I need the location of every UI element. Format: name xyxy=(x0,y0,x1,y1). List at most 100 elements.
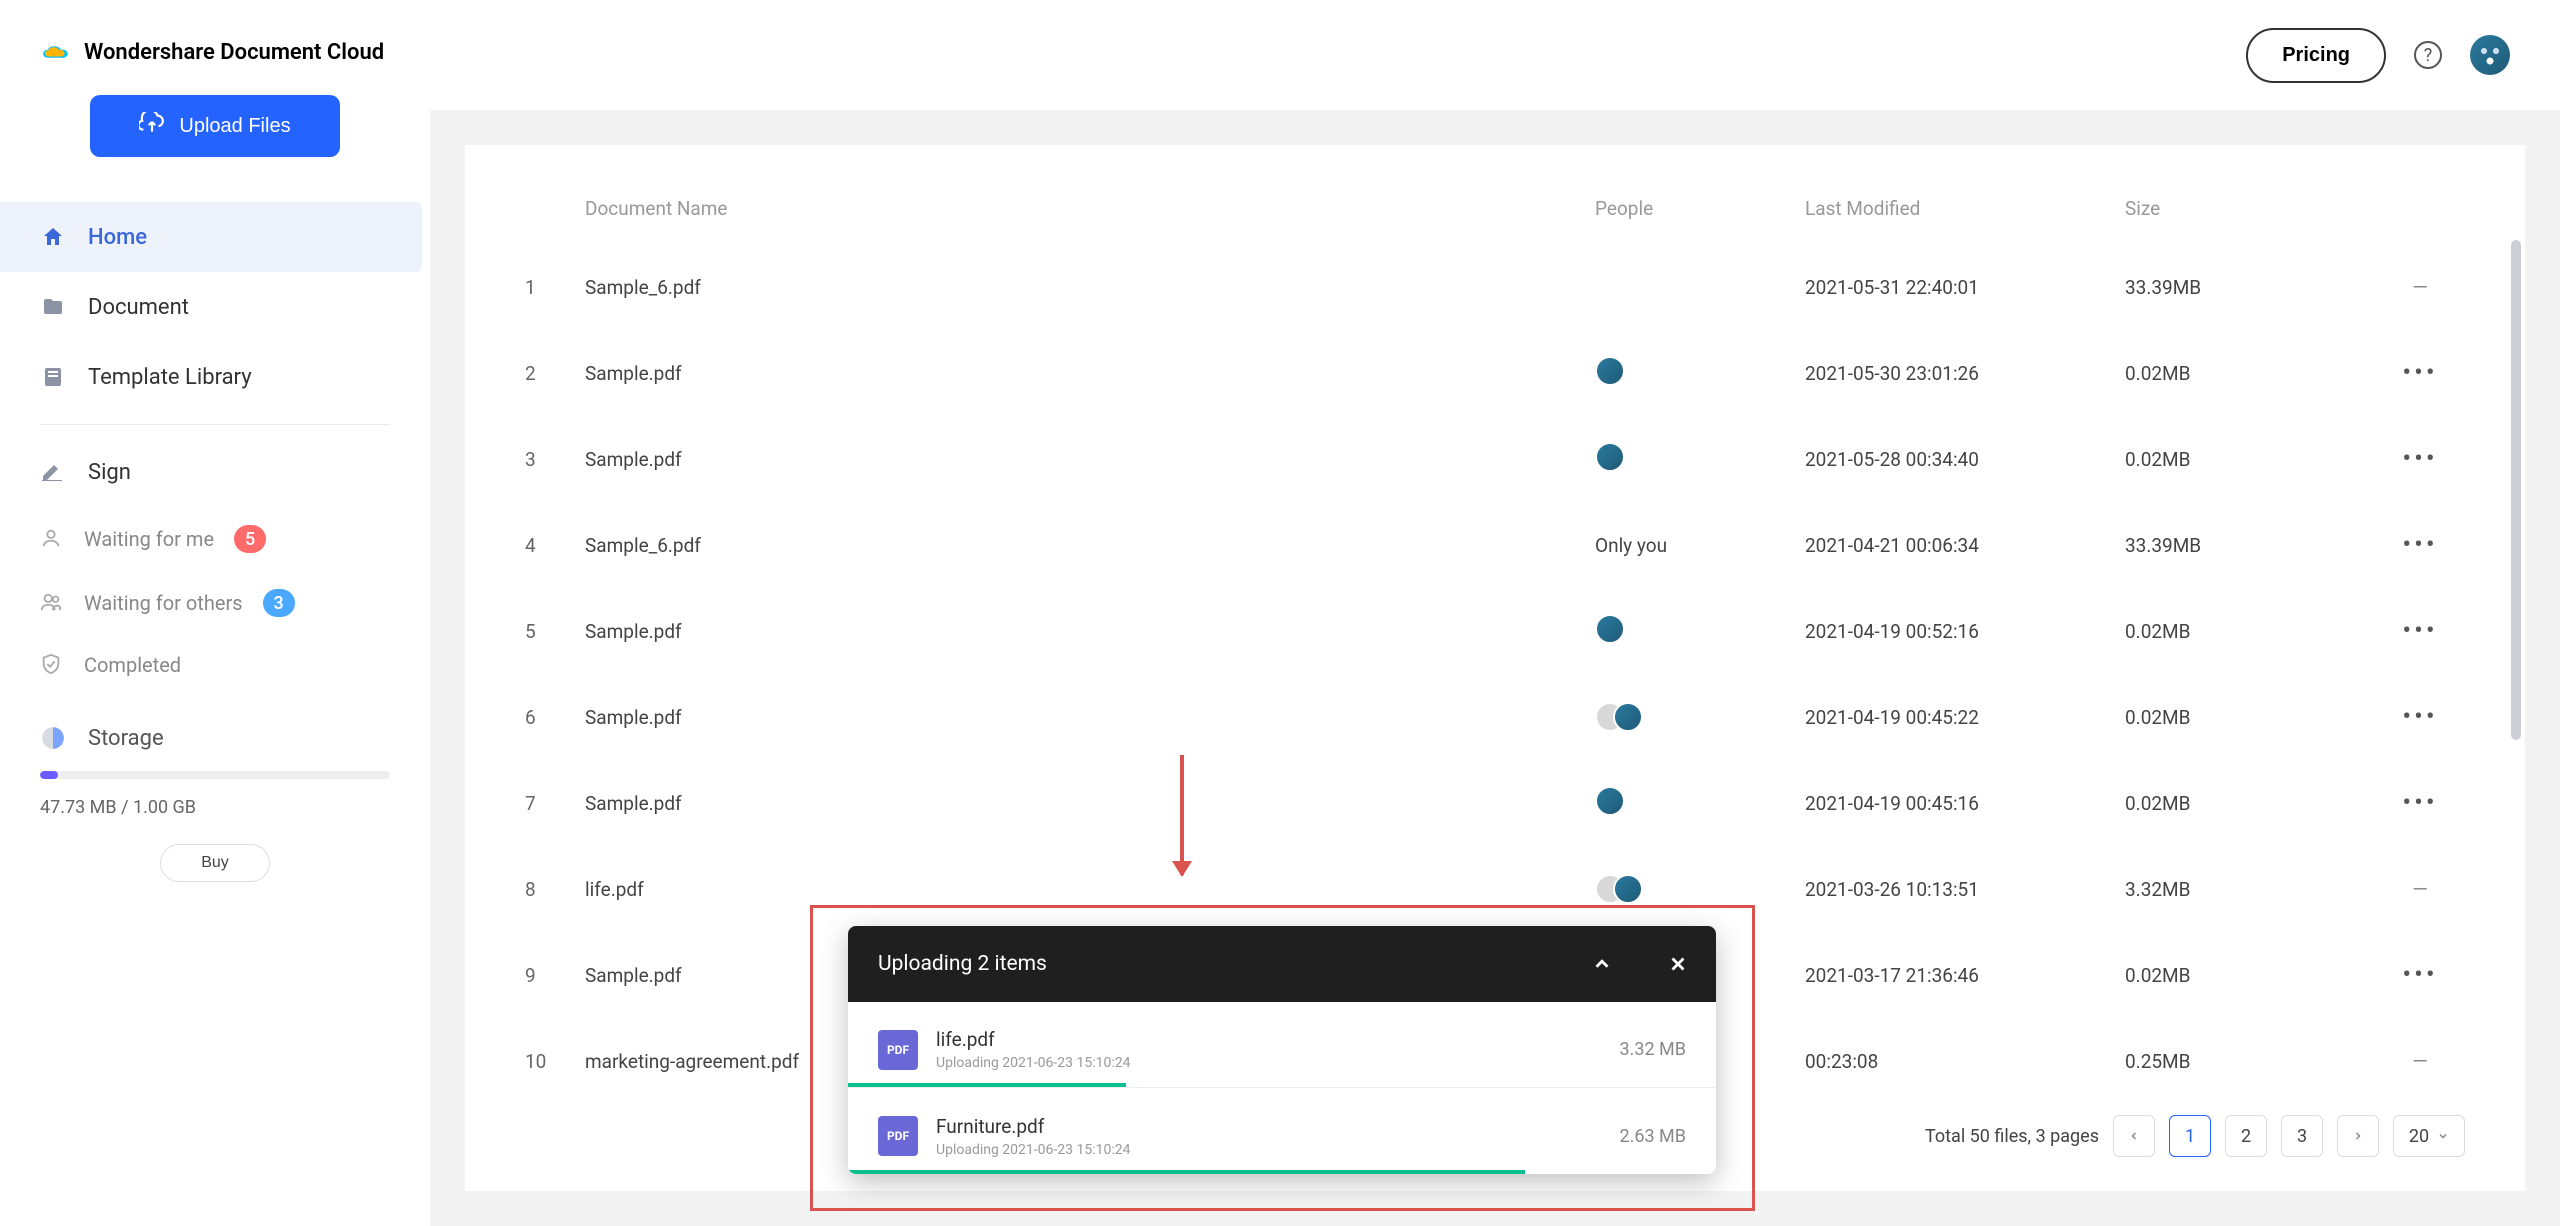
cloud-logo-icon xyxy=(40,43,72,63)
sidebar-item-waiting-for-me[interactable]: Waiting for me 5 xyxy=(0,507,430,571)
row-index: 5 xyxy=(525,620,585,643)
upload-progress-bar xyxy=(848,1170,1525,1174)
upload-panel-collapse[interactable] xyxy=(1564,926,1640,1002)
chevron-down-icon xyxy=(2437,1130,2449,1142)
annotation-arrow xyxy=(1180,755,1184,875)
sidebar-item-completed[interactable]: Completed xyxy=(0,635,430,695)
upload-file-status: Uploading 2021-06-23 15:10:24 xyxy=(936,1055,1130,1071)
scrollbar[interactable] xyxy=(2511,240,2521,740)
table-row[interactable]: 2Sample.pdf2021-05-30 23:01:260.02MB••• xyxy=(525,330,2465,416)
people-avatar xyxy=(1595,356,1625,386)
row-name: Sample.pdf xyxy=(585,792,1595,815)
upload-progress-panel: Uploading 2 items PDFlife.pdfUploading 2… xyxy=(848,926,1716,1174)
brand-text: Wondershare Document Cloud xyxy=(84,40,384,65)
people-avatar xyxy=(1595,786,1625,816)
people-avatar xyxy=(1595,614,1625,644)
folder-icon xyxy=(40,294,66,320)
sidebar-item-waiting-for-others[interactable]: Waiting for others 3 xyxy=(0,571,430,635)
sidebar-item-label: Template Library xyxy=(88,365,252,390)
upload-panel-title: Uploading 2 items xyxy=(848,952,1564,976)
home-icon xyxy=(40,224,66,250)
row-people xyxy=(1595,702,1805,732)
more-actions-icon[interactable]: ••• xyxy=(2402,960,2437,990)
page-number[interactable]: 1 xyxy=(2169,1115,2211,1157)
sidebar-item-label: Sign xyxy=(88,460,131,485)
table-row[interactable]: 3Sample.pdf2021-05-28 00:34:400.02MB••• xyxy=(525,416,2465,502)
page-next[interactable] xyxy=(2337,1115,2379,1157)
no-action: — xyxy=(2412,1049,2428,1073)
badge-waiting-for-me: 5 xyxy=(234,525,266,553)
upload-panel-header: Uploading 2 items xyxy=(848,926,1716,1002)
badge-waiting-for-others: 3 xyxy=(263,589,295,617)
storage-text: 47.73 MB / 1.00 GB xyxy=(0,789,430,826)
pagination-summary: Total 50 files, 3 pages xyxy=(1925,1126,2099,1147)
row-index: 7 xyxy=(525,792,585,815)
row-index: 10 xyxy=(525,1050,585,1073)
table-row[interactable]: 6Sample.pdf2021-04-19 00:45:220.02MB••• xyxy=(525,674,2465,760)
row-name: Sample.pdf xyxy=(585,620,1595,643)
sidebar-item-label: Home xyxy=(88,225,147,250)
people-avatar-stack xyxy=(1595,874,1805,904)
row-index: 8 xyxy=(525,878,585,901)
page-prev[interactable] xyxy=(2113,1115,2155,1157)
row-size: 0.02MB xyxy=(2125,706,2375,729)
row-index: 6 xyxy=(525,706,585,729)
more-actions-icon[interactable]: ••• xyxy=(2402,444,2437,474)
upload-panel-close[interactable] xyxy=(1640,926,1716,1002)
table-row[interactable]: 1Sample_6.pdf2021-05-31 22:40:0133.39MB— xyxy=(525,244,2465,330)
table-row[interactable]: 7Sample.pdf2021-04-19 00:45:160.02MB••• xyxy=(525,760,2465,846)
upload-file-name: Furniture.pdf xyxy=(936,1115,1130,1138)
user-avatar[interactable] xyxy=(2470,35,2510,75)
upload-files-button[interactable]: Upload Files xyxy=(90,95,340,157)
buy-button[interactable]: Buy xyxy=(160,844,270,882)
more-actions-icon[interactable]: ••• xyxy=(2402,616,2437,646)
page-number[interactable]: 3 xyxy=(2281,1115,2323,1157)
row-actions: — xyxy=(2375,1049,2465,1073)
sidebar-item-template-library[interactable]: Template Library xyxy=(0,342,430,412)
people-avatar xyxy=(1595,442,1625,472)
cloud-upload-icon xyxy=(139,112,165,140)
pie-chart-icon xyxy=(40,725,66,751)
storage-section: Storage xyxy=(0,695,430,761)
row-people xyxy=(1595,442,1805,477)
upload-file-size: 3.32 MB xyxy=(1620,1039,1687,1060)
upload-item: PDFlife.pdfUploading 2021-06-23 15:10:24… xyxy=(848,1002,1716,1088)
storage-label: Storage xyxy=(88,726,164,751)
table-row[interactable]: 5Sample.pdf2021-04-19 00:52:160.02MB••• xyxy=(525,588,2465,674)
chevron-up-icon xyxy=(1591,953,1613,975)
row-people xyxy=(1595,356,1805,391)
row-actions: — xyxy=(2375,275,2465,299)
table-row[interactable]: 8life.pdf2021-03-26 10:13:513.32MB— xyxy=(525,846,2465,932)
upload-item: PDFFurniture.pdfUploading 2021-06-23 15:… xyxy=(848,1088,1716,1174)
divider xyxy=(40,424,390,425)
more-actions-icon[interactable]: ••• xyxy=(2402,530,2437,560)
row-modified: 2021-04-19 00:45:22 xyxy=(1805,706,2125,729)
sidebar-item-home[interactable]: Home xyxy=(0,202,422,272)
people-avatar-stack xyxy=(1595,702,1805,732)
more-actions-icon[interactable]: ••• xyxy=(2402,702,2437,732)
sidebar-item-sign[interactable]: Sign xyxy=(0,437,430,507)
row-actions: ••• xyxy=(2375,444,2465,474)
sidebar-item-label: Waiting for others xyxy=(84,591,243,615)
row-index: 4 xyxy=(525,534,585,557)
row-size: 0.25MB xyxy=(2125,1050,2375,1073)
brand-logo[interactable]: Wondershare Document Cloud xyxy=(0,0,430,95)
upload-file-status: Uploading 2021-06-23 15:10:24 xyxy=(936,1142,1130,1158)
table-row[interactable]: 4Sample_6.pdfOnly you2021-04-21 00:06:34… xyxy=(525,502,2465,588)
page-number[interactable]: 2 xyxy=(2225,1115,2267,1157)
pricing-button[interactable]: Pricing xyxy=(2246,28,2386,83)
row-index: 1 xyxy=(525,276,585,299)
sidebar-item-document[interactable]: Document xyxy=(0,272,430,342)
row-name: Sample_6.pdf xyxy=(585,276,1595,299)
upload-progress-bar xyxy=(848,1083,1126,1087)
row-people xyxy=(1595,874,1805,904)
row-modified: 2021-05-30 23:01:26 xyxy=(1805,362,2125,385)
page-size-select[interactable]: 20 xyxy=(2393,1115,2465,1157)
th-size: Size xyxy=(2125,197,2375,220)
help-icon[interactable]: ? xyxy=(2414,41,2442,69)
page-size-value: 20 xyxy=(2409,1126,2429,1147)
row-modified: 2021-03-26 10:13:51 xyxy=(1805,878,2125,901)
sidebar-item-label: Waiting for me xyxy=(84,527,214,551)
more-actions-icon[interactable]: ••• xyxy=(2402,358,2437,388)
more-actions-icon[interactable]: ••• xyxy=(2402,788,2437,818)
